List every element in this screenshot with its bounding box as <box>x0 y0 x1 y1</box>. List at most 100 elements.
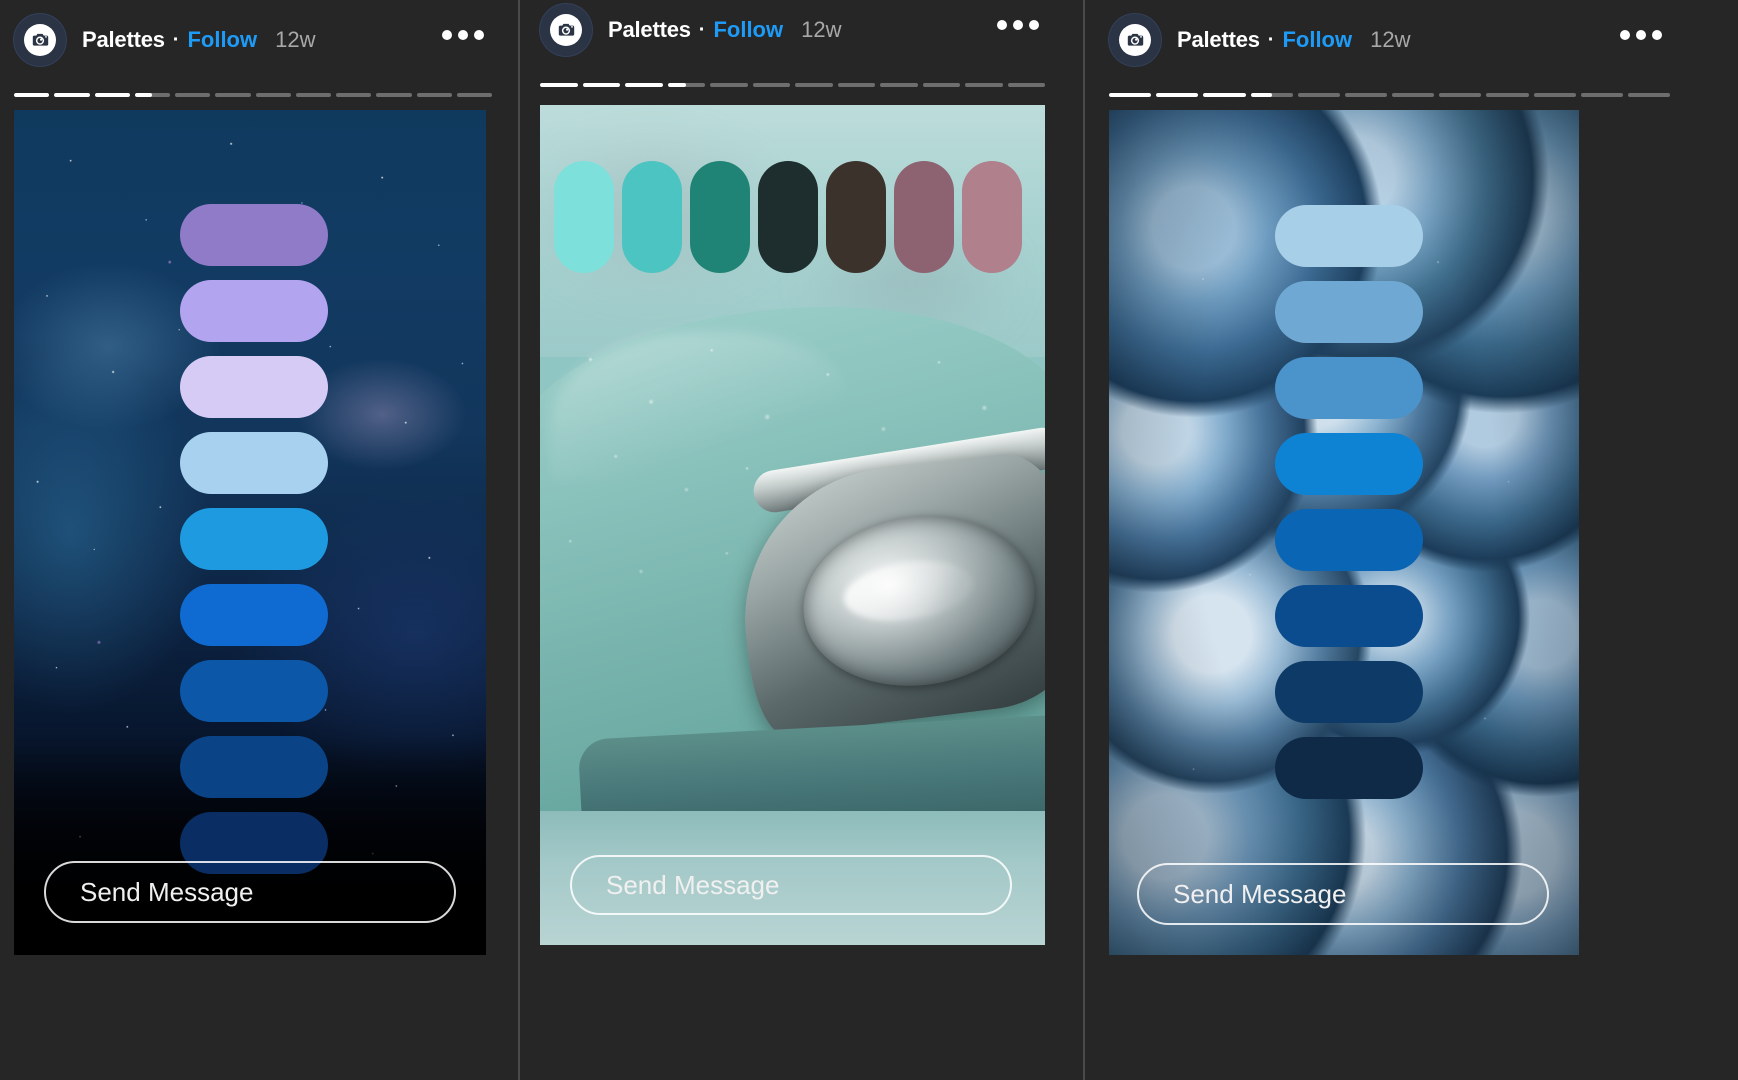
send-message-label: Send Message <box>606 869 780 900</box>
progress-segment-fill <box>14 93 50 97</box>
palette-swatch <box>554 161 614 273</box>
progress-segment[interactable] <box>880 83 918 87</box>
progress-segment[interactable] <box>175 93 211 97</box>
story-panel-2: Palettes · Follow 12w Send Message <box>520 0 1085 1080</box>
palette-swatch <box>180 584 328 646</box>
story-progress-bar-3[interactable] <box>1109 93 1671 97</box>
ellipsis-icon-dot <box>1620 30 1630 40</box>
palette-swatch <box>1275 433 1423 495</box>
palette-swatch <box>1275 661 1423 723</box>
palette-swatch <box>826 161 886 273</box>
ellipsis-icon-dot <box>1013 20 1023 30</box>
progress-segment[interactable] <box>1344 93 1388 97</box>
progress-segment-fill <box>1156 93 1199 97</box>
progress-segment[interactable] <box>1439 93 1482 97</box>
progress-segment[interactable] <box>1580 93 1623 97</box>
progress-segment-fill <box>54 93 90 97</box>
progress-segment-fill <box>94 93 130 97</box>
palette-swatch <box>180 204 328 266</box>
avatar[interactable] <box>14 14 66 66</box>
send-message-button-2[interactable]: Send Message <box>570 855 1012 915</box>
progress-segment[interactable] <box>1007 83 1045 87</box>
progress-segment[interactable] <box>922 83 960 87</box>
progress-segment[interactable] <box>1156 93 1199 97</box>
story-timestamp: 12w <box>801 17 842 42</box>
header-separator: · <box>172 28 180 51</box>
camera-icon <box>549 13 583 47</box>
progress-segment[interactable] <box>416 93 452 97</box>
palette-swatch <box>690 161 750 273</box>
avatar[interactable] <box>1109 14 1161 66</box>
progress-segment-fill <box>1109 93 1152 97</box>
progress-segment[interactable] <box>1250 93 1293 97</box>
send-message-button-3[interactable]: Send Message <box>1137 863 1549 925</box>
send-message-button-1[interactable]: Send Message <box>44 861 456 923</box>
progress-segment[interactable] <box>336 93 372 97</box>
progress-segment[interactable] <box>255 93 291 97</box>
story-canvas-2[interactable]: Send Message <box>540 105 1045 945</box>
progress-segment[interactable] <box>837 83 875 87</box>
progress-segment[interactable] <box>134 93 170 97</box>
palette-swatch <box>1275 509 1423 571</box>
progress-segment[interactable] <box>582 83 620 87</box>
progress-segment[interactable] <box>540 83 578 87</box>
account-username[interactable]: Palettes <box>608 17 691 43</box>
palette-swatch <box>758 161 818 273</box>
progress-segment-fill <box>540 83 578 87</box>
palette-swatch <box>180 736 328 798</box>
palette-swatches-2 <box>554 161 1037 273</box>
avatar[interactable] <box>540 4 592 56</box>
progress-segment[interactable] <box>1203 93 1246 97</box>
more-options-button[interactable] <box>442 30 484 40</box>
progress-segment-fill <box>1203 93 1246 97</box>
progress-segment[interactable] <box>795 83 833 87</box>
account-username[interactable]: Palettes <box>82 27 165 53</box>
progress-segment[interactable] <box>1627 93 1671 97</box>
story-timestamp: 12w <box>275 27 316 52</box>
story-progress-bar-1[interactable] <box>14 93 492 97</box>
progress-segment[interactable] <box>1533 93 1576 97</box>
palette-swatch <box>1275 205 1423 267</box>
follow-button[interactable]: Follow <box>1282 27 1352 53</box>
account-username[interactable]: Palettes <box>1177 27 1260 53</box>
progress-segment[interactable] <box>376 93 412 97</box>
progress-segment[interactable] <box>710 83 748 87</box>
progress-segment[interactable] <box>14 93 50 97</box>
story-header-2: Palettes · Follow 12w <box>540 2 841 58</box>
palette-swatches-3 <box>1275 205 1423 799</box>
progress-segment[interactable] <box>965 83 1003 87</box>
progress-segment[interactable] <box>1486 93 1529 97</box>
follow-button[interactable]: Follow <box>713 17 783 43</box>
follow-button[interactable]: Follow <box>187 27 257 53</box>
story-canvas-1[interactable]: Send Message <box>14 110 486 955</box>
progress-segment[interactable] <box>1392 93 1435 97</box>
progress-segment[interactable] <box>1297 93 1340 97</box>
story-progress-bar-2[interactable] <box>540 83 1045 87</box>
instagram-stories-grid: Palettes · Follow 12w Send Message Palet… <box>0 0 1738 1080</box>
more-options-button[interactable] <box>997 20 1039 30</box>
palette-swatch <box>180 508 328 570</box>
palette-swatch <box>1275 737 1423 799</box>
send-message-label: Send Message <box>80 876 254 907</box>
camera-icon <box>1118 23 1152 57</box>
progress-segment-fill <box>134 93 153 97</box>
progress-segment[interactable] <box>667 83 705 87</box>
progress-segment[interactable] <box>1109 93 1152 97</box>
progress-segment[interactable] <box>625 83 663 87</box>
progress-segment-fill <box>1250 93 1272 97</box>
ellipsis-icon-dot <box>458 30 468 40</box>
palette-swatch <box>180 432 328 494</box>
story-panel-1: Palettes · Follow 12w Send Message <box>0 0 520 1080</box>
ellipsis-icon-dot <box>442 30 452 40</box>
progress-segment[interactable] <box>752 83 790 87</box>
progress-segment[interactable] <box>94 93 130 97</box>
progress-segment[interactable] <box>295 93 331 97</box>
more-options-button[interactable] <box>1620 30 1662 40</box>
ellipsis-icon-dot <box>474 30 484 40</box>
header-separator: · <box>1267 28 1275 51</box>
story-canvas-3[interactable]: Send Message <box>1109 110 1579 955</box>
camera-icon <box>23 23 57 57</box>
progress-segment[interactable] <box>456 93 492 97</box>
progress-segment[interactable] <box>215 93 251 97</box>
progress-segment[interactable] <box>54 93 90 97</box>
